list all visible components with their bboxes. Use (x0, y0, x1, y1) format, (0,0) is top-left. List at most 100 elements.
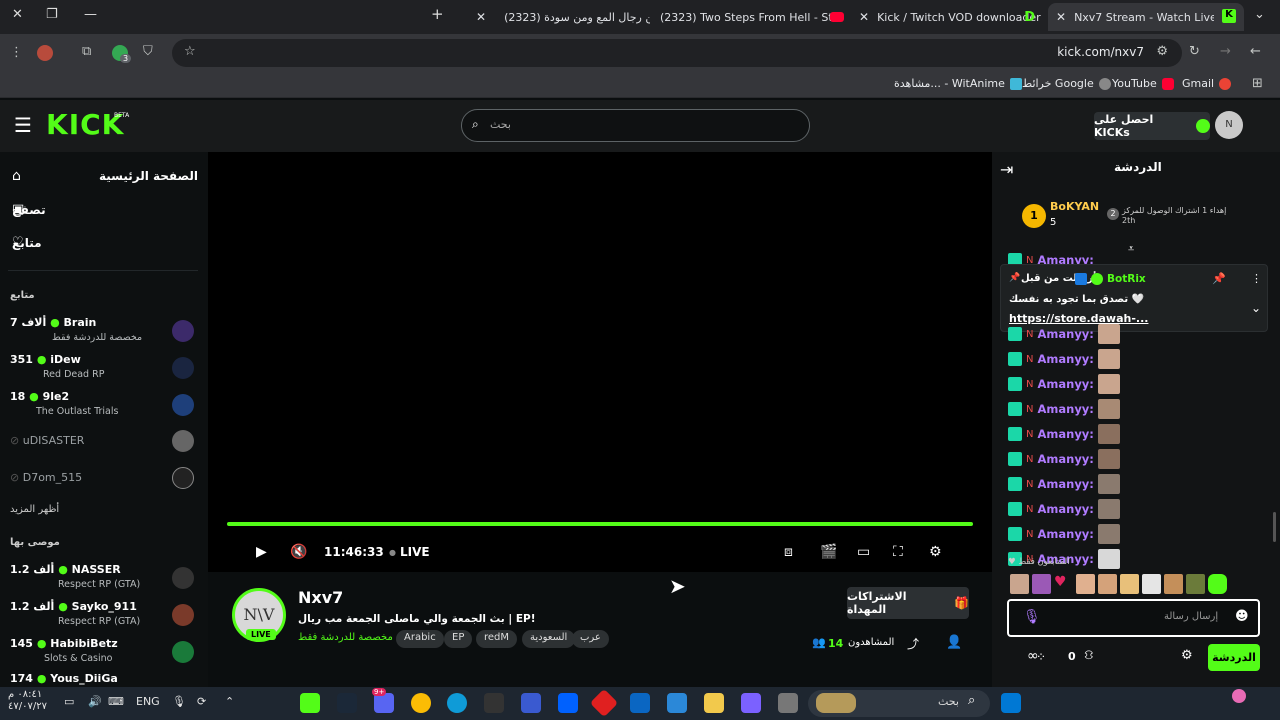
restore-window-icon[interactable]: ❐ (46, 7, 58, 22)
tab-search-icon[interactable]: ⌄ (1254, 7, 1265, 22)
app-copilot-icon[interactable] (741, 693, 761, 713)
mute-icon[interactable]: 🔇 (290, 544, 307, 560)
get-kicks-button[interactable]: احصل على KICKs (1094, 112, 1210, 140)
hamburger-menu-icon[interactable]: ☰ (14, 113, 32, 137)
recommended-channel[interactable]: 174 ● Yous_DiiGa (8, 670, 196, 687)
taskbar-search[interactable]: بحث ⌕ (808, 690, 990, 717)
tab-active[interactable]: ✕ Nxv7 Stream - Watch Live on Ki K (1048, 3, 1244, 31)
microphone-icon[interactable]: 🎙 (1023, 609, 1041, 625)
show-more-link[interactable]: أظهر المزيد (10, 504, 59, 515)
emote[interactable] (1010, 574, 1029, 594)
app-red-icon[interactable] (589, 688, 619, 718)
channel-points-icon[interactable]: ⛻ (1084, 648, 1094, 665)
volume-icon[interactable]: 🔊 (88, 695, 102, 708)
tab-1[interactable]: ✕ (2323) من رجال المع ومن سودة (460, 3, 650, 31)
search-box[interactable]: ⌕ بحث (461, 109, 810, 142)
bookmark-witanime[interactable]: مشاهدة... - WitAnime (894, 77, 1022, 90)
app-epic-icon[interactable] (484, 693, 504, 713)
chat-message[interactable]: N Amanyy: (1008, 348, 1128, 370)
close-tab-icon[interactable]: ✕ (1056, 10, 1066, 24)
reload-icon[interactable]: ↻ (1189, 44, 1200, 59)
pinned-message[interactable]: 📌 أرسلت من قبل BotRix 📌 ⋮ تصدق بما تجود … (1000, 264, 1268, 332)
extension-icon[interactable] (37, 45, 53, 61)
following-channel[interactable]: 351 ● iDew Red Dead RP (8, 351, 196, 385)
recommended-channel[interactable]: 145 ● HabibiBetz Slots & Casino (8, 635, 196, 669)
chat-message[interactable]: N Amanyy: (1008, 323, 1128, 345)
tab-2[interactable]: ✕ (2323) Two Steps From Hell - St (652, 3, 848, 31)
following-channel[interactable]: 7 ألاف ● Brain مخصصة للدردشة فقط (8, 314, 196, 348)
clock[interactable]: ٠٨:٤١ م ٤٧/٠٧/٢٧ (8, 689, 47, 713)
chat-input[interactable]: 🎙 إرسال رسالة ☻ (1007, 599, 1260, 637)
notification-avatar-icon[interactable] (1232, 689, 1246, 703)
emote[interactable] (1164, 574, 1183, 594)
following-channel-offline[interactable]: ⊘ uDISASTER (8, 430, 196, 466)
minimize-window-icon[interactable]: — (84, 7, 97, 22)
chat-message[interactable]: N Amanyy: (1008, 448, 1128, 470)
app-discord-icon[interactable] (374, 693, 394, 713)
forward-icon[interactable]: → (1220, 44, 1231, 59)
fullscreen-icon[interactable]: ⛶ (893, 544, 903, 560)
app-kick-icon[interactable] (300, 693, 320, 713)
app-vpn-icon[interactable] (521, 693, 541, 713)
bookmark-youtube[interactable]: YouTube (1112, 77, 1174, 90)
tag[interactable]: redM (476, 630, 518, 648)
bookmark-star-icon[interactable]: ☆ (184, 44, 196, 59)
chat-message[interactable]: N Amanyy: (1008, 473, 1128, 495)
points-icon[interactable]: ⁘ (1036, 650, 1046, 664)
extensions-puzzle-icon[interactable]: ⧉ (82, 44, 91, 59)
app-dropbox-icon[interactable] (558, 693, 578, 713)
filter-icon[interactable]: ⩡ (1128, 242, 1134, 256)
following-channel-offline[interactable]: ⊘ D7om_515 (8, 467, 196, 503)
close-tab-icon[interactable]: ✕ (476, 10, 486, 24)
emoji-icon[interactable]: ☻ (1235, 609, 1249, 624)
chat-scrollbar[interactable] (1273, 512, 1276, 542)
app-task-view-icon[interactable] (778, 693, 798, 713)
chat-message[interactable]: N Amanyy: (1008, 423, 1128, 445)
channel-name[interactable]: Nxv7 (298, 588, 343, 607)
more-options-icon[interactable]: ⋮ (1251, 272, 1262, 285)
emote[interactable]: ♥ (1054, 574, 1073, 594)
chat-settings-icon[interactable]: ⚙ (1181, 648, 1193, 663)
video-player[interactable]: ▶ 🔇 11:46:33 ● LIVE ⧈ 🎬 ▭ ⛶ ⚙ (208, 152, 992, 572)
chevron-down-icon[interactable]: ⌄ (1251, 301, 1261, 315)
tab-3[interactable]: ✕ Kick / Twitch VOD downloader D (851, 3, 1041, 31)
stream-category[interactable]: مخصصة للدردشة فقط (298, 632, 393, 643)
sync-icon[interactable]: ⟳ (197, 695, 206, 708)
show-hidden-icons[interactable]: ⌃ (225, 695, 234, 708)
recommended-channel[interactable]: 1.2 ألف ● NASSER Respect RP (GTA) (8, 561, 196, 595)
language-indicator[interactable]: ENG (136, 695, 160, 708)
apps-grid-icon[interactable]: ⊞ (1252, 76, 1263, 91)
chat-message[interactable]: N Amanyy: (1008, 498, 1128, 520)
network-icon[interactable]: ⌨ (108, 695, 124, 708)
nav-following[interactable]: متابع (12, 236, 198, 250)
back-icon[interactable]: ← (1250, 44, 1261, 59)
start-menu-icon[interactable] (1001, 693, 1021, 713)
settings-icon[interactable]: ⚙ (929, 544, 942, 560)
chat-message[interactable]: N Amanyy: (1008, 523, 1128, 545)
kick-logo[interactable]: KICK (46, 108, 124, 141)
app-outlook-icon[interactable] (630, 693, 650, 713)
app-store-icon[interactable] (667, 693, 687, 713)
chat-message[interactable]: N Amanyy: (1008, 398, 1128, 420)
bookmark-maps[interactable]: خرائط Google (1022, 77, 1111, 90)
pin-icon[interactable]: 📌 (1212, 272, 1226, 285)
nav-browse[interactable]: تصفح (12, 203, 198, 217)
emote[interactable] (1076, 574, 1095, 594)
chat-message[interactable]: N Amanyy: (1008, 373, 1128, 395)
tag[interactable]: عرب (572, 630, 609, 648)
app-chrome-icon[interactable] (411, 693, 431, 713)
miniplayer-icon[interactable]: ⧈ (784, 544, 793, 560)
user-avatar[interactable]: N (1215, 111, 1243, 139)
collapse-chat-icon[interactable]: ⇥ (1000, 160, 1013, 179)
theater-mode-icon[interactable]: ▭ (857, 544, 870, 560)
emote[interactable] (1208, 574, 1227, 594)
app-steam-icon[interactable] (337, 693, 357, 713)
emote[interactable] (1142, 574, 1161, 594)
tag[interactable]: السعودية (522, 630, 576, 648)
close-window-icon[interactable]: ✕ (12, 7, 23, 22)
send-chat-button[interactable]: الدردشة (1208, 644, 1260, 671)
progress-bar[interactable] (227, 522, 973, 526)
emote[interactable] (1098, 574, 1117, 594)
menu-dots-icon[interactable]: ⋮ (10, 45, 23, 60)
live-label[interactable]: LIVE (400, 545, 430, 559)
